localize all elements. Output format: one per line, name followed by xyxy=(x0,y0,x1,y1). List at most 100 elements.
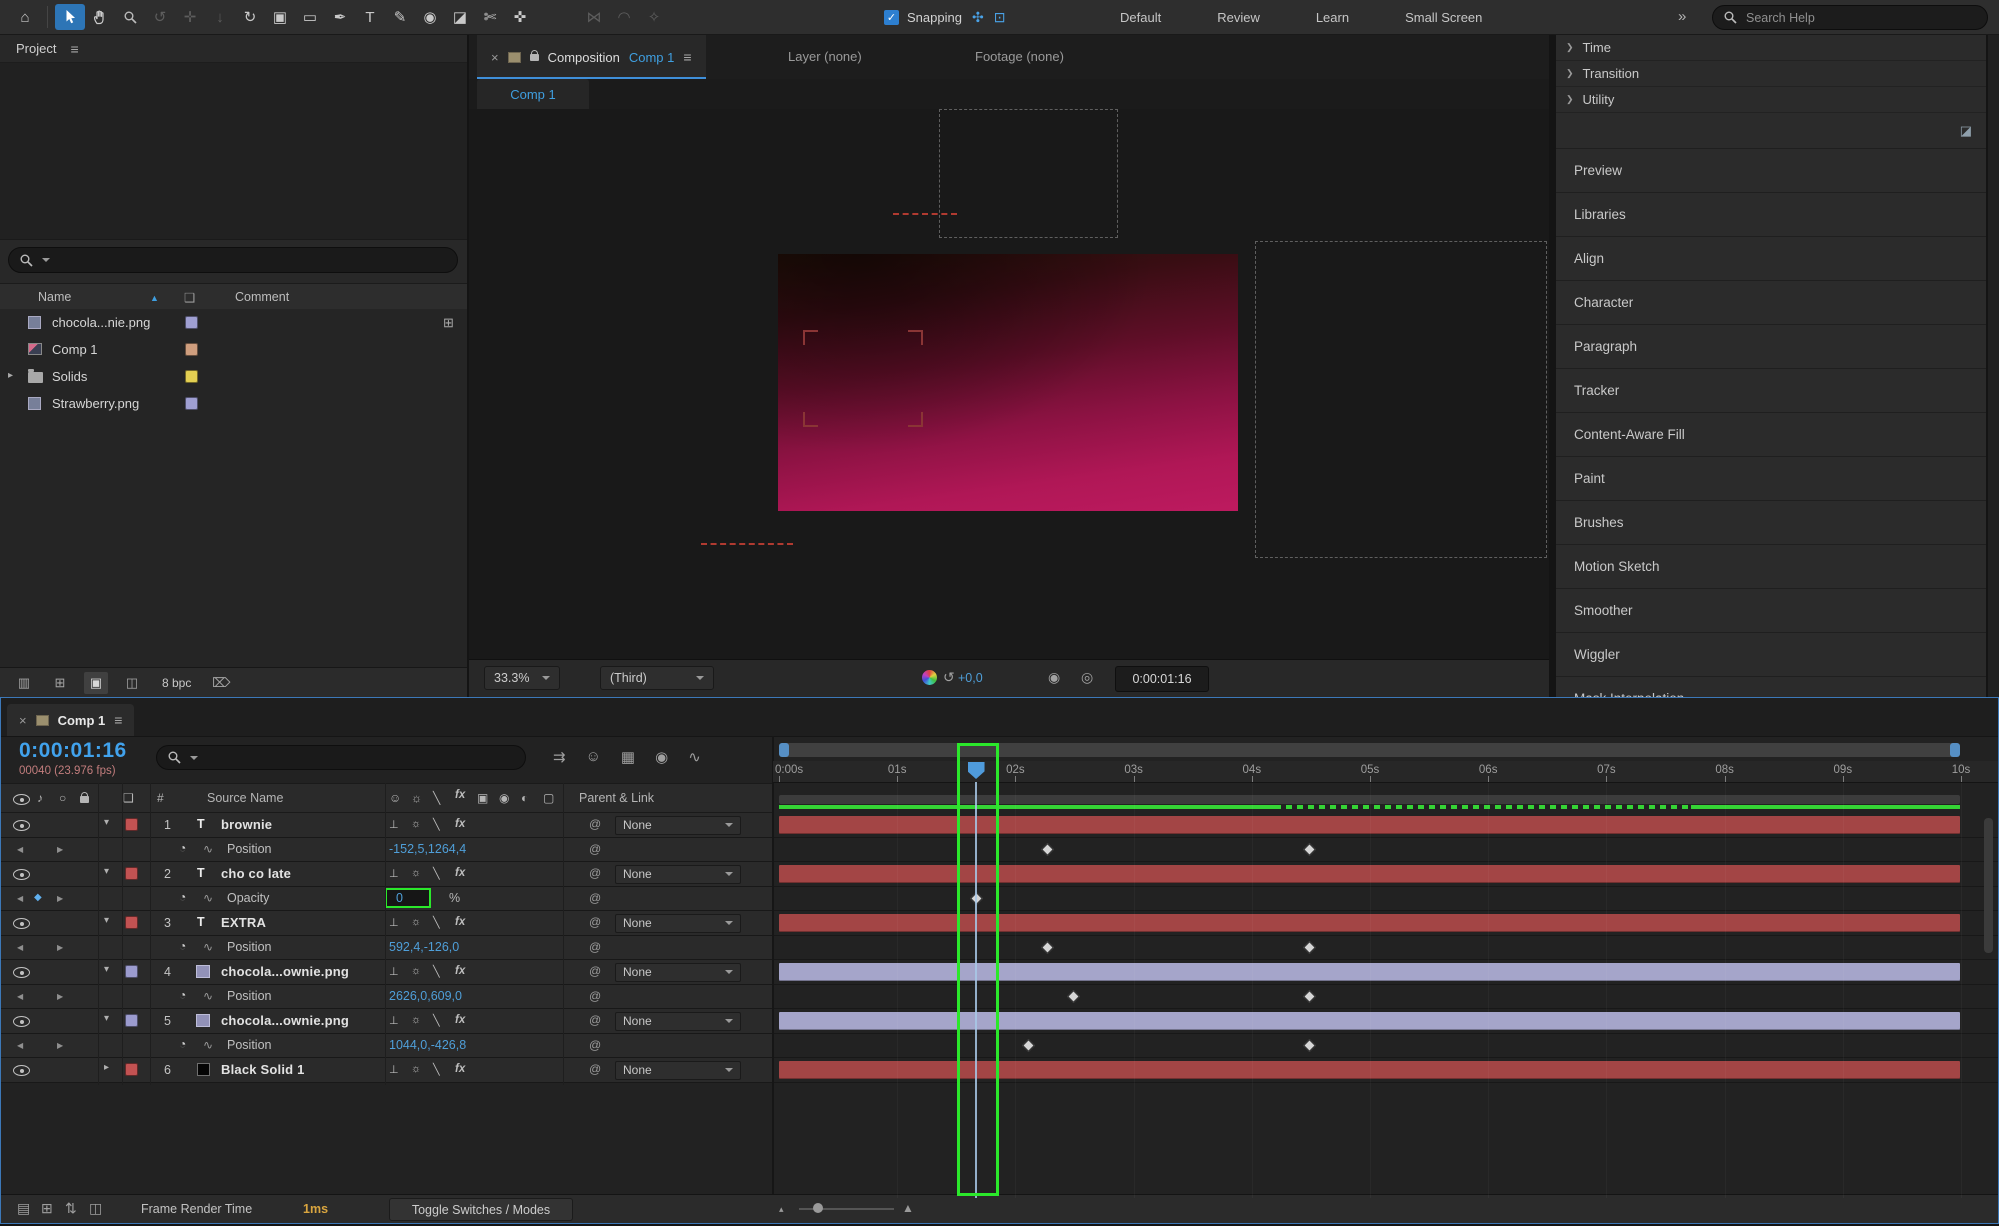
next-keyframe-arrow[interactable]: ▶ xyxy=(57,845,63,854)
arc-tool-icon[interactable]: ◠ xyxy=(609,4,639,30)
layer-name[interactable]: chocola...ownie.png xyxy=(221,1013,349,1028)
layer-row-2[interactable]: ▾2Tcho co late⊥☼╲fx@None xyxy=(1,862,1998,887)
close-tab-icon[interactable]: × xyxy=(19,713,27,728)
search-filter-caret-icon[interactable] xyxy=(42,258,50,262)
panel-tab-tracker[interactable]: Tracker xyxy=(1556,369,1986,413)
keyframe-diamond[interactable] xyxy=(1022,1039,1035,1052)
snapshot-icon[interactable]: ◉ xyxy=(1048,669,1060,686)
pickwhip-icon[interactable]: @ xyxy=(589,1013,601,1027)
solo-column-icon[interactable]: ○ xyxy=(59,791,66,805)
disclosure-triangle-icon[interactable]: ▾ xyxy=(104,817,109,828)
layer-number-column[interactable]: # xyxy=(157,791,164,805)
property-value[interactable]: 1044,0,-426,8 xyxy=(389,1038,466,1052)
property-name[interactable]: Position xyxy=(227,1038,271,1052)
layer-switch-0-icon[interactable]: ⊥ xyxy=(389,1063,399,1076)
puppet-pin-tool-icon[interactable]: ✜ xyxy=(505,4,535,30)
property-name[interactable]: Position xyxy=(227,842,271,856)
pickwhip-icon[interactable]: @ xyxy=(589,964,601,978)
label-color-swatch[interactable] xyxy=(125,1063,138,1076)
parent-link-dropdown[interactable]: None xyxy=(615,816,741,835)
layer-row-1[interactable]: ▾1Tbrownie⊥☼╲fx@None xyxy=(1,813,1998,838)
layer-switch-2-icon[interactable]: ╲ xyxy=(433,916,440,929)
disclosure-triangle-icon[interactable]: ▾ xyxy=(104,964,109,975)
selection-tool-icon[interactable] xyxy=(55,4,85,30)
video-column-eye-icon[interactable] xyxy=(13,794,30,805)
layer-switch-1-icon[interactable]: ☼ xyxy=(411,818,421,830)
keyframe-diamond[interactable] xyxy=(1041,941,1054,954)
switch-column-icon-4[interactable]: ▣ xyxy=(477,791,488,805)
resolution-dropdown[interactable]: (Third) xyxy=(600,666,714,690)
property-name[interactable]: Position xyxy=(227,989,271,1003)
previous-keyframe-arrow[interactable]: ◀ xyxy=(17,845,23,854)
zoom-out-mountain-icon[interactable]: ▴ xyxy=(779,1204,784,1215)
property-row-1[interactable]: ◀▶◔∿Position-152,5,1264,4@ xyxy=(1,838,1998,863)
label-column-icon[interactable]: ❑ xyxy=(123,791,134,805)
parent-link-dropdown[interactable]: None xyxy=(615,914,741,933)
project-footer-icon-3[interactable]: ◫ xyxy=(120,672,144,694)
panel-dock-icon[interactable]: ◪ xyxy=(1960,123,1972,139)
zoom-in-mountain-icon[interactable]: ▲ xyxy=(902,1201,914,1215)
stopwatch-icon[interactable]: ◔ xyxy=(179,939,186,953)
home-tool-icon[interactable]: ⌂ xyxy=(10,4,40,30)
lock-icon[interactable] xyxy=(530,54,539,61)
audio-column-icon[interactable]: ♪ xyxy=(37,791,43,805)
composition-viewport[interactable] xyxy=(469,109,1549,660)
rectangle-tool-icon[interactable]: ▭ xyxy=(295,4,325,30)
comment-column-header[interactable]: Comment xyxy=(235,290,289,304)
layer-switch-2-icon[interactable]: ╲ xyxy=(433,965,440,978)
visibility-eye-icon[interactable] xyxy=(13,1065,30,1076)
channel-color-icon[interactable] xyxy=(922,670,937,685)
next-keyframe-arrow[interactable]: ▶ xyxy=(57,1041,63,1050)
graph-editor-set-icon[interactable]: ∿ xyxy=(203,842,213,856)
project-item-name[interactable]: Strawberry.png xyxy=(52,396,139,411)
zoom-tool-icon[interactable] xyxy=(115,4,145,30)
timeline-toolbar-icon-2[interactable]: ▦ xyxy=(621,748,635,766)
dock-group-utility[interactable]: ❯Utility xyxy=(1556,87,1986,113)
camera-tool-icon[interactable]: ▣ xyxy=(265,4,295,30)
panel-tab-align[interactable]: Align xyxy=(1556,237,1986,281)
pickwhip-icon[interactable]: @ xyxy=(589,940,601,954)
layer-switch-2-icon[interactable]: ╲ xyxy=(433,818,440,831)
label-column-icon[interactable]: ❑ xyxy=(184,290,195,305)
label-color-swatch[interactable] xyxy=(125,916,138,929)
graph-editor-set-icon[interactable]: ∿ xyxy=(203,940,213,954)
overflow-chevron-icon[interactable]: » xyxy=(1678,8,1686,25)
keyframe-diamond[interactable] xyxy=(1303,941,1316,954)
label-color-swatch[interactable] xyxy=(125,1014,138,1027)
project-footer-icon-2[interactable]: ▣ xyxy=(84,672,108,694)
panel-tab-motion-sketch[interactable]: Motion Sketch xyxy=(1556,545,1986,589)
property-name[interactable]: Opacity xyxy=(227,891,269,905)
panel-tab-paragraph[interactable]: Paragraph xyxy=(1556,325,1986,369)
keyframe-diamond[interactable] xyxy=(1067,990,1080,1003)
layer-switch-3-icon[interactable]: fx xyxy=(455,818,465,830)
workspace-small-screen[interactable]: Small Screen xyxy=(1405,10,1482,25)
layer-switch-3-icon[interactable]: fx xyxy=(455,1063,465,1075)
trash-icon[interactable]: ⌦ xyxy=(209,672,233,694)
parent-link-dropdown[interactable]: None xyxy=(615,963,741,982)
next-keyframe-arrow[interactable]: ▶ xyxy=(57,894,63,903)
timeline-footer-icon-2[interactable]: ⇅ xyxy=(65,1200,77,1217)
layer-switch-2-icon[interactable]: ╲ xyxy=(433,1063,440,1076)
workspace-review[interactable]: Review xyxy=(1217,10,1260,25)
layer-name[interactable]: EXTRA xyxy=(221,915,266,930)
stopwatch-icon[interactable]: ◔ xyxy=(179,1037,186,1051)
keyframe-diamond[interactable] xyxy=(1303,990,1316,1003)
parent-link-dropdown[interactable]: None xyxy=(615,865,741,884)
hand-tool-icon[interactable] xyxy=(85,4,115,30)
eraser-tool-icon[interactable]: ◪ xyxy=(445,4,475,30)
project-item[interactable]: ▸Solids xyxy=(0,363,467,390)
panel-tab-brushes[interactable]: Brushes xyxy=(1556,501,1986,545)
label-color-swatch[interactable] xyxy=(185,370,198,383)
switch-column-icon-1[interactable]: ☼ xyxy=(411,791,422,805)
property-value-highlighted[interactable]: 0 xyxy=(385,888,431,908)
layer-row-5[interactable]: ▾5chocola...ownie.png⊥☼╲fx@None xyxy=(1,1009,1998,1034)
timeline-comp-tab[interactable]: × Comp 1 ≡ xyxy=(7,704,134,736)
dock-group-time[interactable]: ❯Time xyxy=(1556,35,1986,61)
project-item-name[interactable]: Comp 1 xyxy=(52,342,98,357)
disclosure-triangle-icon[interactable]: ▾ xyxy=(104,1013,109,1024)
keyframe-diamond[interactable] xyxy=(1303,1039,1316,1052)
close-tab-icon[interactable]: × xyxy=(491,50,499,65)
orbit-camera-tool-icon[interactable]: ↺ xyxy=(145,4,175,30)
graph-editor-set-icon[interactable]: ∿ xyxy=(203,1038,213,1052)
timeline-toolbar-icon-1[interactable]: ☺ xyxy=(586,748,601,766)
